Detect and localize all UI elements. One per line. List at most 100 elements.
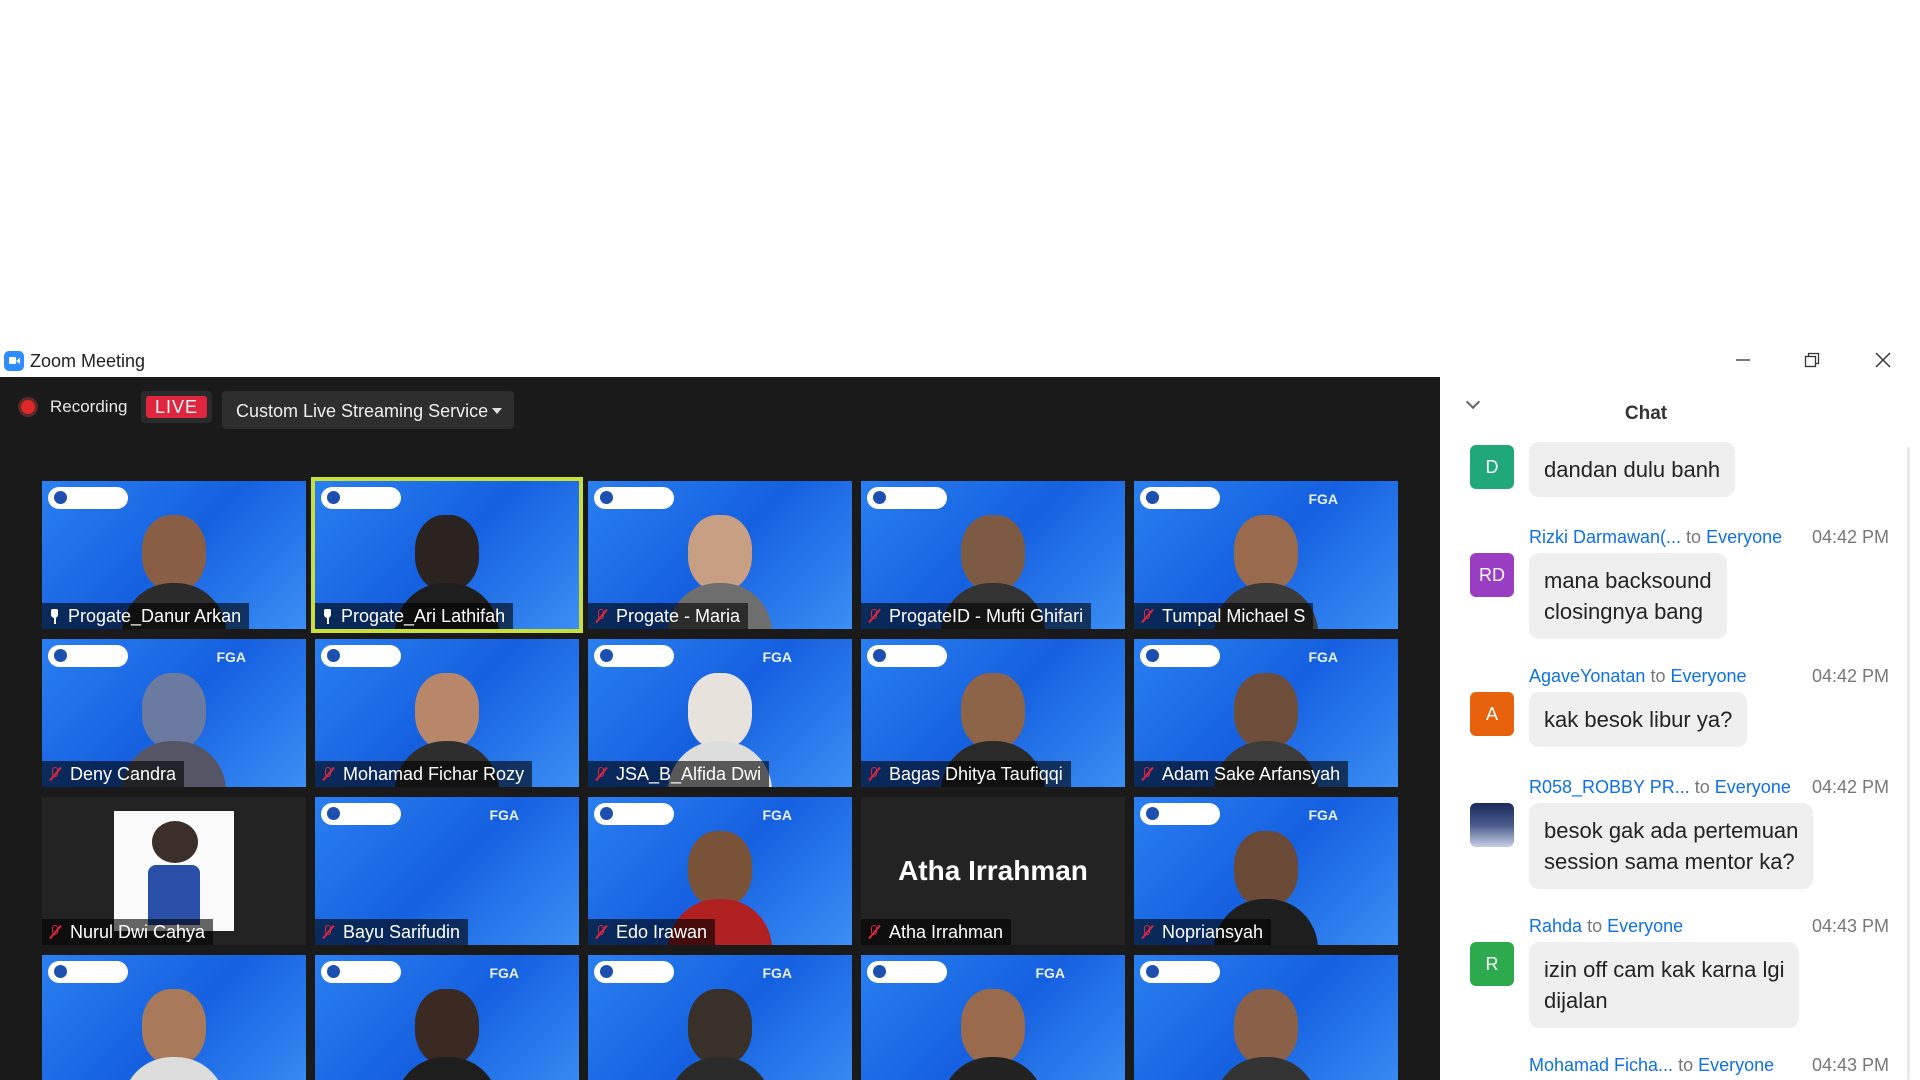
digitalent-logo	[867, 961, 947, 983]
message-recipient[interactable]: Everyone	[1671, 666, 1747, 686]
digitalent-logo	[867, 645, 947, 667]
digitalent-logo	[867, 487, 947, 509]
window-titlebar: Zoom Meeting	[0, 343, 1920, 377]
live-badge[interactable]: LIVE	[141, 391, 212, 423]
video-tile[interactable]: Mohamad Fichar Rozy	[315, 639, 579, 787]
to-label: to	[1678, 1055, 1694, 1075]
mic-muted-icon	[321, 925, 335, 939]
sender-avatar: A	[1470, 692, 1514, 736]
message-sender[interactable]: Rahda	[1529, 916, 1582, 936]
mic-muted-icon	[1140, 767, 1154, 781]
participant-name-tag: Deny Candra	[42, 761, 185, 787]
video-tile[interactable]: FGA	[588, 955, 852, 1080]
digitalent-logo	[48, 961, 128, 983]
message-time: 04:42 PM	[1811, 666, 1889, 686]
mic-muted-icon	[867, 609, 881, 623]
participant-name-tag: JSA_B_Alfida Dwi	[588, 761, 770, 787]
video-tile[interactable]: FGA Deny Candra	[42, 639, 306, 787]
mic-muted-icon	[867, 767, 881, 781]
video-tile[interactable]: Bagas Dhitya Taufiqqi	[861, 639, 1125, 787]
participant-name: Progate_Danur Arkan	[68, 606, 242, 626]
digitalent-logo	[321, 645, 401, 667]
participant-name-tag: Nurul Dwi Cahya	[42, 919, 214, 945]
digitalent-logo	[1140, 803, 1220, 825]
fga-logo: FGA	[1035, 965, 1065, 981]
restore-icon	[1804, 352, 1820, 368]
video-tile[interactable]: FGA Tumpal Michael S	[1134, 481, 1398, 629]
participant-name: Progate_Ari Lathifah	[341, 606, 506, 626]
participant-name: Tumpal Michael S	[1162, 606, 1306, 626]
message-recipient[interactable]: Everyone	[1715, 777, 1791, 797]
video-tile-camera-off[interactable]: Nurul Dwi Cahya	[42, 797, 306, 945]
participant-name: Mohamad Fichar Rozy	[343, 764, 525, 784]
participant-name-tag: Mohamad Fichar Rozy	[315, 761, 533, 787]
close-icon	[1875, 352, 1891, 368]
message-time: 04:42 PM	[1811, 777, 1889, 797]
sender-avatar	[1470, 803, 1514, 847]
digitalent-logo	[48, 487, 128, 509]
message-header: Rahda to Everyone 04:43 PM	[1529, 916, 1889, 937]
participant-name-tag: Nopriansyah	[1134, 919, 1272, 945]
video-tile[interactable]: Progate_Danur Arkan	[42, 481, 306, 629]
message-bubble: dandan dulu banh	[1529, 442, 1736, 497]
mic-muted-icon	[321, 767, 335, 781]
fga-logo: FGA	[1308, 807, 1338, 823]
chat-panel: Chat D dandan dulu banh Rizki Darmawan(.…	[1440, 377, 1920, 1080]
mic-muted-icon	[1140, 609, 1154, 623]
meeting-status-bar: Recording LIVE Custom Live Streaming Ser…	[0, 377, 1440, 433]
video-tile[interactable]: ProgateID - Mufti Ghifari	[861, 481, 1125, 629]
video-tile[interactable]: FGA Nopriansyah	[1134, 797, 1398, 945]
video-tile-camera-off[interactable]: Atha Irrahman Atha Irrahman	[861, 797, 1125, 945]
mic-muted-icon	[594, 925, 608, 939]
fga-logo: FGA	[762, 807, 792, 823]
message-recipient[interactable]: Everyone	[1607, 916, 1683, 936]
participant-name-tag: Atha Irrahman	[861, 919, 1012, 945]
participant-video	[122, 989, 226, 1080]
participant-name: JSA_B_Alfida Dwi	[616, 764, 762, 784]
to-label: to	[1650, 666, 1666, 686]
digitalent-logo	[1140, 487, 1220, 509]
participant-name: Adam Sake Arfansyah	[1162, 764, 1341, 784]
message-bubble: izin off cam kak karna lgi dijalan	[1529, 942, 1800, 1028]
chat-scrollbar[interactable]	[1907, 447, 1910, 1080]
message-sender[interactable]: AgaveYonatan	[1529, 666, 1645, 686]
minimize-button[interactable]	[1720, 343, 1766, 377]
message-sender[interactable]: Rizki Darmawan(...	[1529, 527, 1681, 547]
video-tile[interactable]: FGA JSA_B_Alfida Dwi	[588, 639, 852, 787]
mic-muted-icon	[594, 609, 608, 623]
participant-name: Nopriansyah	[1162, 922, 1264, 942]
participant-name-tag: Bagas Dhitya Taufiqqi	[861, 761, 1071, 787]
video-tile[interactable]	[42, 955, 306, 1080]
video-tile-active-speaker[interactable]: Progate_Ari Lathifah	[311, 477, 583, 633]
restore-button[interactable]	[1789, 343, 1835, 377]
profile-picture	[114, 811, 234, 931]
video-tile[interactable]: FGA	[315, 955, 579, 1080]
fga-logo: FGA	[762, 649, 792, 665]
streaming-service-dropdown[interactable]: Custom Live Streaming Service	[222, 391, 514, 429]
participant-video	[941, 989, 1045, 1080]
video-tile[interactable]: FGA Bayu Sarifudin	[315, 797, 579, 945]
video-tile[interactable]: Progate - Maria	[588, 481, 852, 629]
to-label: to	[1587, 916, 1603, 936]
digitalent-logo	[1140, 645, 1220, 667]
video-tile[interactable]: FGA Edo Irawan	[588, 797, 852, 945]
message-time: 04:42 PM	[1811, 527, 1889, 547]
sender-avatar: RD	[1470, 553, 1514, 597]
video-tile[interactable]: FGA	[861, 955, 1125, 1080]
video-tile[interactable]	[1134, 955, 1398, 1080]
digitalent-logo	[594, 645, 674, 667]
sender-avatar: D	[1470, 445, 1514, 489]
fga-logo: FGA	[1308, 649, 1338, 665]
mic-muted-icon	[48, 767, 62, 781]
message-recipient[interactable]: Everyone	[1698, 1055, 1774, 1075]
message-sender[interactable]: Mohamad Ficha...	[1529, 1055, 1673, 1075]
minimize-icon	[1736, 359, 1750, 361]
to-label: to	[1686, 527, 1702, 547]
participant-name-tag: Bayu Sarifudin	[315, 919, 469, 945]
close-button[interactable]	[1860, 343, 1906, 377]
participant-display-name: Atha Irrahman	[898, 855, 1088, 886]
message-sender[interactable]: R058_ROBBY PR...	[1529, 777, 1690, 797]
video-tile[interactable]: FGA Adam Sake Arfansyah	[1134, 639, 1398, 787]
chat-header: Chat	[1440, 377, 1920, 425]
message-recipient[interactable]: Everyone	[1706, 527, 1782, 547]
